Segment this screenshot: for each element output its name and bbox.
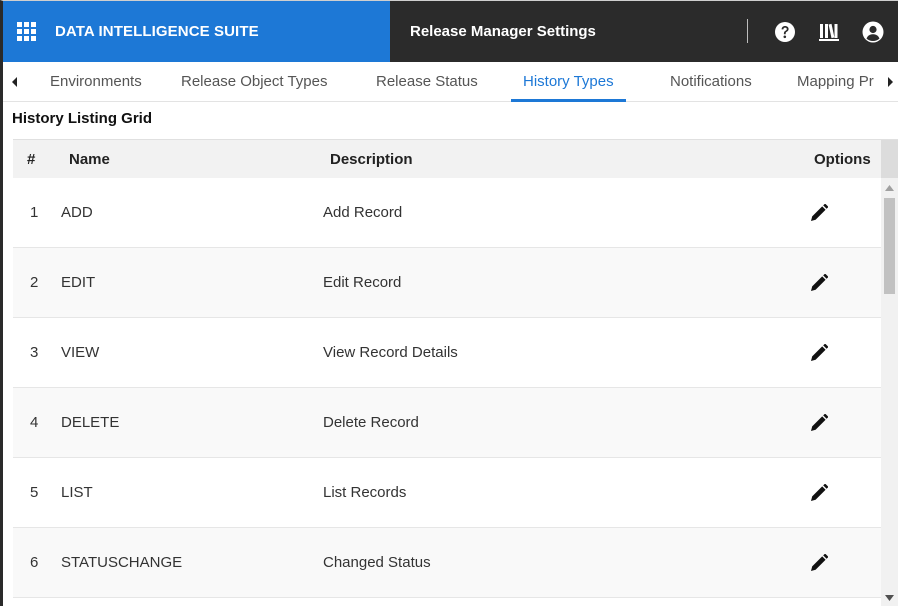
- column-header-options: Options: [814, 151, 871, 168]
- pencil-edit-icon[interactable]: [808, 482, 830, 504]
- apps-grid-icon[interactable]: [17, 21, 37, 42]
- row-number: 4: [30, 414, 39, 431]
- column-header-number[interactable]: #: [27, 151, 35, 168]
- tab-notifications[interactable]: Notifications: [670, 62, 752, 102]
- scroll-up-arrow-icon[interactable]: [885, 184, 894, 192]
- table-row[interactable]: 2 EDIT Edit Record: [13, 248, 881, 318]
- row-name: DELETE: [61, 414, 120, 431]
- scroll-down-arrow-icon[interactable]: [885, 594, 894, 602]
- row-name: ADD: [61, 204, 93, 221]
- row-number: 5: [30, 484, 39, 501]
- app-header: DATA INTELLIGENCE SUITE Release Manager …: [3, 1, 898, 62]
- table-row[interactable]: 5 LIST List Records: [13, 458, 881, 528]
- column-header-description[interactable]: Description: [330, 151, 413, 168]
- row-description: List Records: [323, 484, 407, 501]
- row-name: LIST: [61, 484, 93, 501]
- tab-environments[interactable]: Environments: [50, 62, 142, 102]
- table-row[interactable]: 3 VIEW View Record Details: [13, 318, 881, 388]
- row-name: VIEW: [61, 344, 100, 361]
- vertical-scrollbar[interactable]: [881, 178, 898, 606]
- tab-release-status[interactable]: Release Status: [376, 62, 478, 102]
- row-description: Add Record: [323, 204, 403, 221]
- tab-release-object-types[interactable]: Release Object Types: [181, 62, 327, 102]
- tab-scroll-left-icon[interactable]: [9, 74, 21, 90]
- brand-title: DATA INTELLIGENCE SUITE: [55, 23, 259, 40]
- grid-header-row: # Name Description Options: [13, 140, 898, 178]
- brand-bar: DATA INTELLIGENCE SUITE: [3, 1, 390, 62]
- tab-scroll-right-icon[interactable]: [884, 74, 896, 90]
- library-icon[interactable]: [818, 21, 840, 43]
- row-number: 3: [30, 344, 39, 361]
- row-description: Changed Status: [323, 554, 431, 571]
- row-description: Edit Record: [323, 274, 402, 291]
- pencil-edit-icon[interactable]: [808, 552, 830, 574]
- grid-body: 1 ADD Add Record 2 EDIT Edit Record 3 VI…: [13, 178, 881, 606]
- top-bar: Release Manager Settings: [390, 1, 898, 62]
- scrollbar-thumb[interactable]: [884, 198, 895, 294]
- row-number: 2: [30, 274, 39, 291]
- pencil-edit-icon[interactable]: [808, 342, 830, 364]
- header-scroll-corner: [881, 140, 898, 178]
- history-listing-grid: # Name Description Options 1 ADD Add Rec…: [13, 139, 898, 606]
- pencil-edit-icon[interactable]: [808, 412, 830, 434]
- pencil-edit-icon[interactable]: [808, 202, 830, 224]
- tab-mapping[interactable]: Mapping Pr: [797, 62, 874, 102]
- column-header-name[interactable]: Name: [69, 151, 110, 168]
- table-row[interactable]: 1 ADD Add Record: [13, 178, 881, 248]
- app-frame: DATA INTELLIGENCE SUITE Release Manager …: [0, 0, 898, 606]
- settings-tabs: Environments Release Object Types Releas…: [3, 62, 898, 102]
- table-row[interactable]: 6 STATUSCHANGE Changed Status: [13, 528, 881, 598]
- table-row[interactable]: 4 DELETE Delete Record: [13, 388, 881, 458]
- section-title: History Listing Grid: [12, 110, 153, 127]
- header-actions: [774, 1, 884, 62]
- tab-history-types[interactable]: History Types: [511, 62, 626, 102]
- row-description: View Record Details: [323, 344, 458, 361]
- divider: [747, 19, 748, 43]
- row-description: Delete Record: [323, 414, 419, 431]
- user-account-icon[interactable]: [862, 21, 884, 43]
- page-title: Release Manager Settings: [410, 23, 596, 40]
- pencil-edit-icon[interactable]: [808, 272, 830, 294]
- row-name: EDIT: [61, 274, 96, 291]
- row-number: 1: [30, 204, 39, 221]
- help-icon[interactable]: [774, 21, 796, 43]
- row-number: 6: [30, 554, 39, 571]
- row-name: STATUSCHANGE: [61, 554, 183, 571]
- tab-strip: Environments Release Object Types Releas…: [25, 62, 882, 102]
